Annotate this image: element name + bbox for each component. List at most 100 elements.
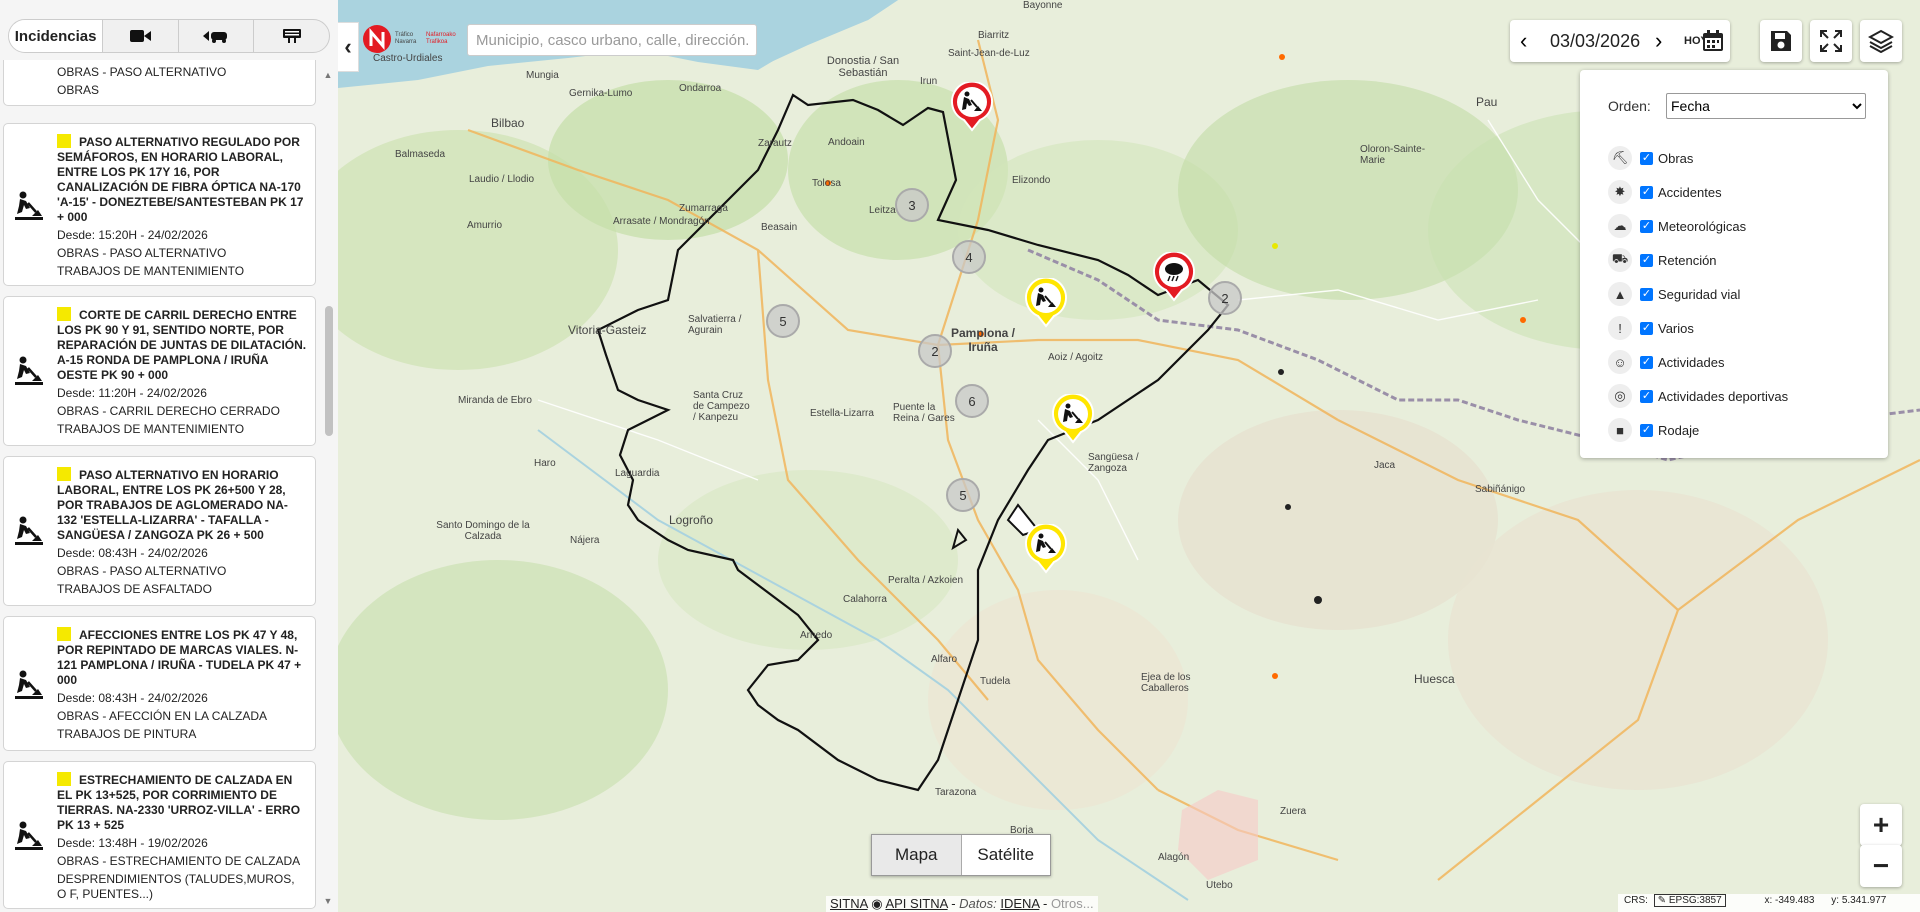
layers-button[interactable] xyxy=(1860,20,1902,62)
roadworks-marker-yellow[interactable] xyxy=(1024,524,1068,574)
sitna-link[interactable]: SITNA xyxy=(830,896,868,911)
incident-card[interactable]: ESTRECHAMIENTO DE CALZADA EN EL PK 13+52… xyxy=(3,761,316,909)
cluster-marker[interactable]: 5 xyxy=(946,478,980,512)
cluster-marker[interactable]: 2 xyxy=(918,334,952,368)
list-scrollbar[interactable]: ▲ ▼ xyxy=(322,68,334,906)
tab-panels[interactable] xyxy=(254,20,329,52)
collapse-sidebar-button[interactable]: ‹ xyxy=(338,22,359,72)
scroll-down-icon[interactable]: ▼ xyxy=(322,896,334,906)
layer-toggle-seguridad-vial[interactable]: ▲ ✓ Seguridad vial xyxy=(1608,280,1740,308)
scroll-up-icon[interactable]: ▲ xyxy=(322,70,334,80)
roadworks-icon xyxy=(15,516,43,545)
cluster-marker[interactable]: 4 xyxy=(952,240,986,274)
layer-checkbox[interactable]: ✓ xyxy=(1640,355,1653,369)
roadworks-marker-yellow[interactable] xyxy=(1051,394,1095,444)
otros-link[interactable]: Otros... xyxy=(1051,896,1094,911)
incident-dot[interactable] xyxy=(1272,673,1278,679)
incident-dot[interactable] xyxy=(1279,54,1285,60)
layer-toggle-accidentes[interactable]: ✸ ✓ Accidentes xyxy=(1608,178,1722,206)
roadworks-icon xyxy=(15,821,43,850)
layer-checkbox[interactable]: ✓ xyxy=(1640,219,1653,233)
layer-checkbox[interactable]: ✓ xyxy=(1640,185,1653,199)
date-display[interactable]: 03/03/2026 xyxy=(1550,31,1640,52)
idena-link[interactable]: IDENA xyxy=(1000,896,1039,911)
next-day-icon[interactable]: › xyxy=(1655,28,1662,54)
fullscreen-icon xyxy=(1820,30,1842,52)
incident-dot[interactable] xyxy=(1278,369,1284,375)
incident-subtype: TRABAJOS DE MANTENIMIENTO xyxy=(57,264,245,278)
zoom-in-button[interactable]: + xyxy=(1860,804,1902,846)
layer-toggle-meteorologicas[interactable]: ☁ ✓ Meteorológicas xyxy=(1608,212,1746,240)
calendar-icon[interactable] xyxy=(1702,30,1724,52)
scrollbar-thumb[interactable] xyxy=(325,306,333,436)
layer-toggle-actividades[interactable]: ☺ ✓ Actividades xyxy=(1608,348,1724,376)
layer-checkbox[interactable]: ✓ xyxy=(1640,423,1653,437)
incident-dot[interactable] xyxy=(1314,596,1322,604)
layer-toggle-retencion[interactable]: ⛟ ✓ Retención xyxy=(1608,246,1717,274)
zoom-out-button[interactable]: − xyxy=(1860,845,1902,887)
coord-y: y: 5.341.977 xyxy=(1831,895,1887,906)
layer-toggle-obras[interactable]: ⛏ ✓ Obras xyxy=(1608,144,1693,172)
incident-subtype: TRABAJOS DE ASFALTADO xyxy=(57,582,212,596)
date-navigator: ‹ 03/03/2026 › HOY xyxy=(1510,20,1730,62)
incident-card[interactable]: PASO ALTERNATIVO REGULADO POR SEMÁFOROS,… xyxy=(3,123,316,286)
layer-label: Varios xyxy=(1658,320,1694,336)
layer-label: Seguridad vial xyxy=(1658,286,1741,302)
layer-toggle-actividades-deportivas[interactable]: ◎ ✓ Actividades deportivas xyxy=(1608,382,1788,410)
incident-title: PASO ALTERNATIVO EN HORARIO LABORAL, ENT… xyxy=(57,468,288,542)
roadworks-marker-yellow[interactable] xyxy=(1024,278,1068,328)
incident-dot[interactable] xyxy=(825,180,831,186)
basemap-satelite-button[interactable]: Satélite xyxy=(962,835,1051,875)
cluster-marker[interactable]: 2 xyxy=(1208,281,1242,315)
tab-incidencias-label: Incidencias xyxy=(14,27,97,45)
cluster-marker[interactable]: 3 xyxy=(895,188,929,222)
incident-since: Desde: 08:43H - 24/02/2026 xyxy=(57,546,208,560)
layer-label: Actividades deportivas xyxy=(1658,388,1789,404)
roadworks-marker-red[interactable] xyxy=(950,82,994,132)
incident-title: PASO ALTERNATIVO REGULADO POR SEMÁFOROS,… xyxy=(57,135,304,224)
layer-checkbox[interactable]: ✓ xyxy=(1640,287,1653,301)
cluster-marker[interactable]: 6 xyxy=(955,384,989,418)
incident-dot[interactable] xyxy=(1272,243,1278,249)
incident-dot[interactable] xyxy=(1520,317,1526,323)
search-input[interactable] xyxy=(467,24,757,56)
incident-dot[interactable] xyxy=(978,331,984,337)
layer-toggle-varios[interactable]: ! ✓ Varios xyxy=(1608,314,1694,342)
layer-checkbox[interactable]: ✓ xyxy=(1640,321,1653,335)
weather-marker-red[interactable] xyxy=(1152,252,1196,302)
basemap-mapa-button[interactable]: Mapa xyxy=(872,835,962,875)
github-icon: ◉ xyxy=(871,896,883,911)
prev-day-icon[interactable]: ‹ xyxy=(1520,28,1527,54)
plus-icon: + xyxy=(1872,809,1890,840)
api-sitna-link[interactable]: API SITNA xyxy=(885,896,947,911)
incident-subtype: DESPRENDIMIENTOS (TALUDES,MUROS, O F, PU… xyxy=(57,872,295,901)
accident-icon: ✸ xyxy=(1608,180,1632,204)
layer-checkbox[interactable]: ✓ xyxy=(1640,389,1653,403)
cluster-marker[interactable]: 5 xyxy=(766,304,800,338)
logo-text-1: Tráfico Navarra xyxy=(395,32,417,45)
logo-text-2: Nafarroako Trafikoa xyxy=(426,32,456,45)
roadworks-icon: ⛏ xyxy=(1608,146,1632,170)
layer-checkbox[interactable]: ✓ xyxy=(1640,253,1653,267)
order-label: Orden: xyxy=(1608,98,1651,114)
layer-label: Obras xyxy=(1658,150,1694,166)
warning-icon: ! xyxy=(1608,316,1632,340)
basemap-switcher: Mapa Satélite xyxy=(871,834,1051,876)
save-button[interactable] xyxy=(1760,20,1802,62)
tab-routes[interactable] xyxy=(179,20,255,52)
incident-card-partial[interactable]: OBRAS - PASO ALTERNATIVO OBRAS xyxy=(3,60,316,106)
crs-selector[interactable]: ✎ EPSG:3857 xyxy=(1653,894,1726,907)
fullscreen-button[interactable] xyxy=(1810,20,1852,62)
weather-icon: ☁ xyxy=(1608,214,1632,238)
order-select[interactable]: Fecha xyxy=(1666,93,1866,119)
incident-card[interactable]: CORTE DE CARRIL DERECHO ENTRE LOS PK 90 … xyxy=(3,296,316,446)
incident-card[interactable]: PASO ALTERNATIVO EN HORARIO LABORAL, ENT… xyxy=(3,456,316,606)
incident-card[interactable]: AFECCIONES ENTRE LOS PK 47 Y 48, POR REP… xyxy=(3,616,316,751)
layer-toggle-rodaje[interactable]: ■ ✓ Rodaje xyxy=(1608,416,1699,444)
tab-cameras[interactable] xyxy=(103,20,179,52)
layer-checkbox[interactable]: ✓ xyxy=(1640,151,1653,165)
tab-incidencias[interactable]: Incidencias xyxy=(9,20,104,52)
cluster-count: 2 xyxy=(931,343,939,359)
severity-square xyxy=(57,307,71,321)
incident-dot[interactable] xyxy=(1285,504,1291,510)
